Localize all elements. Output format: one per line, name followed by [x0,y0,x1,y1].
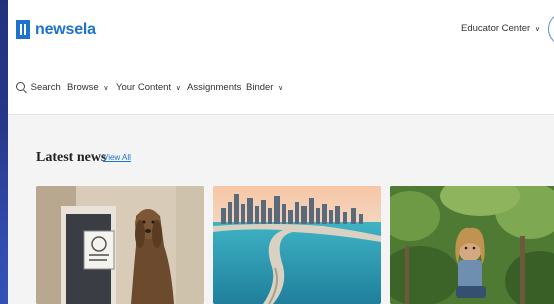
browser-page: newsela Educator Center ∨ Search Browse … [8,0,554,304]
chevron-down-icon: ∨ [278,85,284,92]
nav-browse[interactable]: Browse ∨ [67,82,108,93]
news-card[interactable] [390,186,554,304]
logo-text: newsela [35,20,96,38]
educator-center-menu[interactable]: Educator Center ∨ [461,23,540,34]
latest-news-heading: Latest news [36,150,107,165]
logo-icon [16,20,30,39]
profile-avatar-button[interactable] [548,12,554,46]
educator-center-label: Educator Center [461,23,531,34]
nav-your-content-label: Your Content [116,82,172,93]
news-card-image [390,186,554,304]
news-card-image [213,186,381,304]
nav-search[interactable]: Search [16,82,61,93]
news-card-image [36,186,204,304]
top-header: newsela Educator Center ∨ [8,0,554,62]
nav-browse-label: Browse [67,82,99,93]
news-card[interactable] [213,186,381,304]
main-nav: Search Browse ∨ Your Content ∨ Assignmen… [8,62,554,115]
nav-your-content[interactable]: Your Content ∨ [116,82,181,93]
nav-binder-label: Binder [246,82,274,93]
chevron-down-icon: ∨ [534,26,540,33]
nav-search-label: Search [30,82,61,93]
nav-assignments-label: Assignments [187,82,242,93]
nav-assignments[interactable]: Assignments [187,82,241,93]
view-all-link[interactable]: View All [103,153,131,162]
newsela-logo[interactable]: newsela [16,20,96,39]
nav-binder[interactable]: Binder ∨ [246,82,283,93]
chevron-down-icon: ∨ [103,85,109,92]
news-card[interactable] [36,186,204,304]
chevron-down-icon: ∨ [175,85,181,92]
search-icon [16,82,25,91]
